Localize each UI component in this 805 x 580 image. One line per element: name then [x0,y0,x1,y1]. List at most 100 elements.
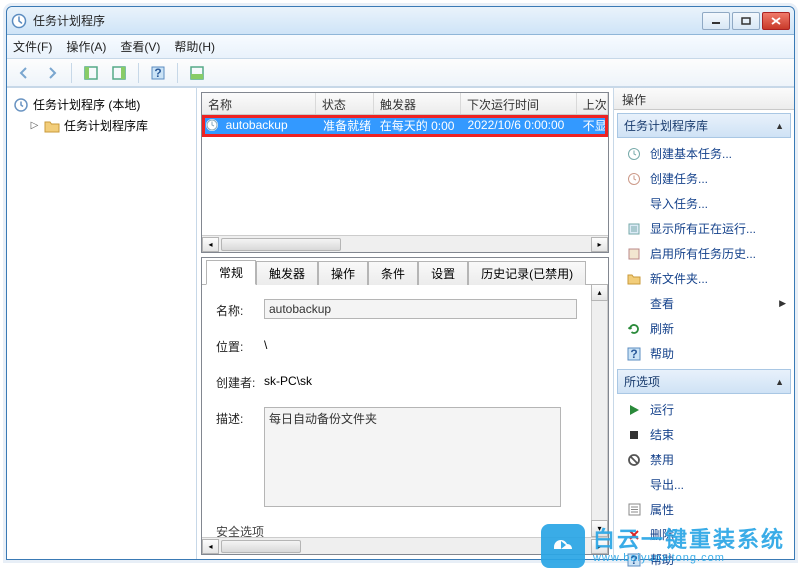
titlebar[interactable]: 任务计划程序 [7,7,794,35]
action-end[interactable]: 结束 [614,422,794,447]
col-name[interactable]: 名称 [202,93,316,114]
tab-history[interactable]: 历史记录(已禁用) [468,261,586,285]
col-last[interactable]: 上次 [577,93,608,114]
scroll-thumb[interactable] [221,238,341,251]
tab-conditions[interactable]: 条件 [368,261,418,285]
action-help[interactable]: ?帮助 [614,341,794,366]
col-trigger[interactable]: 触发器 [374,93,461,114]
toolbar-pane1-icon[interactable] [80,62,102,84]
scroll-right-icon[interactable]: ▸ [591,237,608,252]
tree-root[interactable]: 任务计划程序 (本地) [11,94,192,115]
window-buttons [702,12,790,30]
toolbar-pane2-icon[interactable] [108,62,130,84]
action-show-running[interactable]: 显示所有正在运行... [614,216,794,241]
field-name: autobackup [264,299,577,319]
collapse-icon[interactable]: ▲ [775,377,784,387]
label-author: 创建者: [216,371,264,391]
label-name: 名称: [216,299,264,319]
submenu-icon: ▶ [779,298,786,309]
expand-icon[interactable]: ▷ [29,120,40,131]
menu-file[interactable]: 文件(F) [13,38,52,55]
clock-icon [13,97,29,113]
maximize-button[interactable] [732,12,760,30]
detail-vscrollbar[interactable]: ▴ ▾ [591,284,608,537]
disable-icon [626,452,642,468]
tab-body: 名称: autobackup 位置: \ 创建者: sk-PC\sk 描述: [202,284,591,537]
task-clock-icon [204,118,220,132]
task-icon [626,146,642,162]
close-button[interactable] [762,12,790,30]
menu-action[interactable]: 操作(A) [66,38,106,55]
app-window: 任务计划程序 文件(F) 操作(A) 查看(V) 帮助(H) ? 任务计划程序 … [6,6,795,560]
minimize-button[interactable] [702,12,730,30]
scroll-left-icon[interactable]: ◂ [202,237,219,252]
list-hscrollbar[interactable]: ◂ ▸ [202,235,608,252]
row-trigger: 在每天的 0:00 [376,117,464,134]
app-icon [11,13,27,29]
tab-triggers[interactable]: 触发器 [256,261,318,285]
label-location: 位置: [216,335,264,355]
field-location: \ [264,335,577,352]
col-next[interactable]: 下次运行时间 [461,93,577,114]
scroll-left-icon[interactable]: ◂ [202,539,219,554]
col-state[interactable]: 状态 [316,93,374,114]
action-create-basic[interactable]: 创建基本任务... [614,141,794,166]
properties-icon [626,502,642,518]
client-area: 任务计划程序 (本地) ▷ 任务计划程序库 名称 状态 触发器 下次运行时间 上… [7,87,794,559]
blank-icon [626,296,642,312]
scroll-up-icon[interactable]: ▴ [591,284,608,301]
action-enable-history[interactable]: 启用所有任务历史... [614,241,794,266]
action-import-task[interactable]: 导入任务... [614,191,794,216]
actions-group2-label: 所选项 [624,373,660,390]
action-export[interactable]: 导出... [614,472,794,497]
list-header: 名称 状态 触发器 下次运行时间 上次 [202,93,608,115]
watermark-line2: www.baiyunxitong.com [593,552,785,564]
refresh-icon [626,321,642,337]
actions-group-selected[interactable]: 所选项 ▲ [617,369,791,394]
watermark-line1: 白云一键重装系统 [593,528,785,552]
menu-help[interactable]: 帮助(H) [174,38,215,55]
list-body: autobackup 准备就绪 在每天的 0:00 2022/10/6 0:00… [202,115,608,235]
action-create-task[interactable]: 创建任务... [614,166,794,191]
forward-button[interactable] [41,62,63,84]
actions-pane: 操作 任务计划程序库 ▲ 创建基本任务... 创建任务... 导入任务... 显… [614,88,794,559]
action-new-folder[interactable]: 新文件夹... [614,266,794,291]
watermark-logo [541,524,585,568]
action-view[interactable]: 查看▶ [614,291,794,316]
field-author: sk-PC\sk [264,371,577,388]
field-desc: 每日自动备份文件夹 [264,407,561,507]
help-icon: ? [626,346,642,362]
detail-pane: 常规 触发器 操作 条件 设置 历史记录(已禁用) 名称: autobackup [201,257,609,555]
action-disable[interactable]: 禁用 [614,447,794,472]
list-icon [626,221,642,237]
security-section-label: 安全选项 [216,523,577,537]
actions-group-library[interactable]: 任务计划程序库 ▲ [617,113,791,138]
action-run[interactable]: 运行 [614,397,794,422]
svg-text:?: ? [630,347,637,361]
action-properties[interactable]: 属性 [614,497,794,522]
tree-child-label: 任务计划程序库 [64,117,148,134]
menubar: 文件(F) 操作(A) 查看(V) 帮助(H) [7,35,794,59]
collapse-icon[interactable]: ▲ [775,121,784,131]
folder-icon [44,119,60,133]
blank-icon [626,477,642,493]
back-button[interactable] [13,62,35,84]
tab-general[interactable]: 常规 [206,260,256,285]
run-icon [626,402,642,418]
tree-child[interactable]: ▷ 任务计划程序库 [11,115,192,136]
row-name: autobackup [222,118,320,132]
action-refresh[interactable]: 刷新 [614,316,794,341]
task-row[interactable]: autobackup 准备就绪 在每天的 0:00 2022/10/6 0:00… [202,115,608,135]
scroll-thumb[interactable] [221,540,301,553]
history-icon [626,246,642,262]
folder-icon [626,271,642,287]
tab-actions[interactable]: 操作 [318,261,368,285]
tab-settings[interactable]: 设置 [418,261,468,285]
task-list: 名称 状态 触发器 下次运行时间 上次 autobackup 准备就绪 在每天的… [201,92,609,253]
toolbar-help-icon[interactable]: ? [147,62,169,84]
task-icon [626,171,642,187]
stop-icon [626,427,642,443]
toolbar-pane3-icon[interactable] [186,62,208,84]
menu-view[interactable]: 查看(V) [120,38,160,55]
row-next: 2022/10/6 0:00:00 [464,118,579,132]
